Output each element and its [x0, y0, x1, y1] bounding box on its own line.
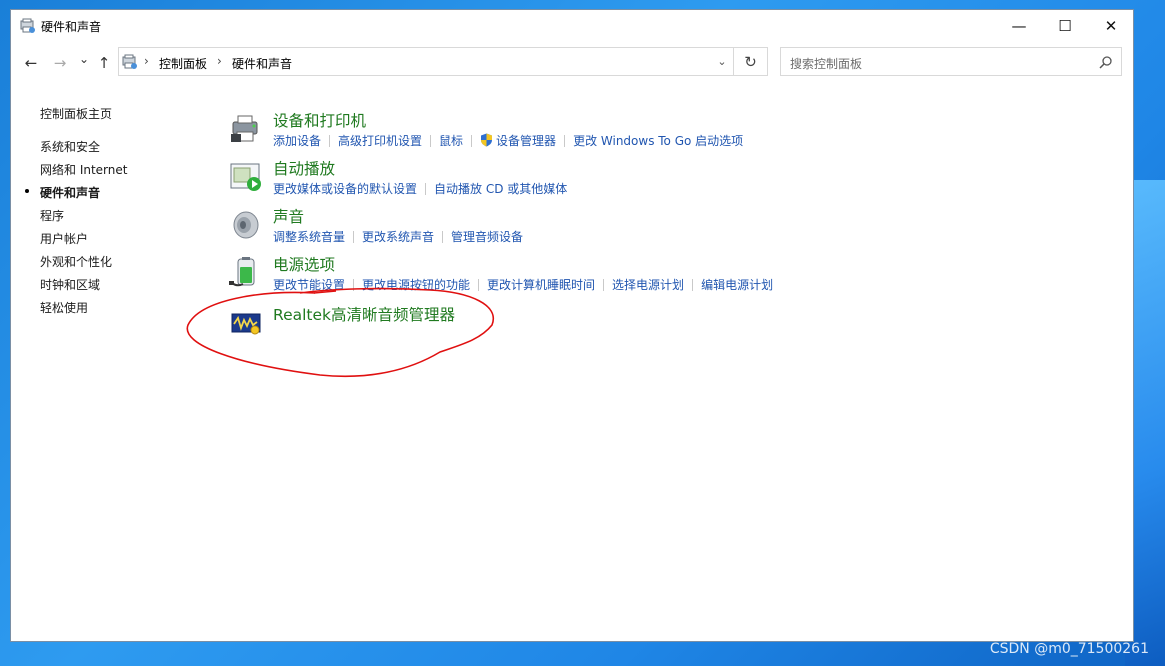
category-title[interactable]: 电源选项 [273, 253, 335, 275]
sidebar-item-home[interactable]: 控制面板主页 [40, 106, 200, 129]
chevron-down-icon[interactable]: ⌄ [711, 48, 733, 75]
recent-locations-button[interactable]: ⌄ [75, 52, 93, 66]
uac-shield-icon [481, 133, 493, 147]
category-title[interactable]: Realtek高清晰音频管理器 [273, 303, 455, 325]
divider [442, 231, 444, 243]
realtek-audio-icon[interactable] [229, 308, 263, 342]
divider [692, 279, 694, 291]
sidebar-item-programs[interactable]: 程序 [40, 208, 200, 231]
divider [478, 279, 480, 291]
divider [329, 135, 331, 147]
divider [603, 279, 605, 291]
sidebar-item-label: 硬件和声音 [40, 186, 101, 200]
search-input[interactable]: 搜索控制面板 [780, 47, 1122, 76]
link-mouse[interactable]: 鼠标 [439, 134, 463, 148]
divider [471, 135, 473, 147]
link-adjust-volume[interactable]: 调整系统音量 [273, 230, 345, 244]
divider [564, 135, 566, 147]
breadcrumb-hardware-sound[interactable]: 硬件和声音 [232, 55, 292, 72]
category-links: 调整系统音量 更改系统声音 管理音频设备 [273, 228, 523, 245]
link-change-system-sounds[interactable]: 更改系统声音 [362, 230, 434, 244]
sidebar-item-system-security[interactable]: 系统和安全 [40, 139, 200, 162]
divider [353, 231, 355, 243]
breadcrumb-separator[interactable]: › [144, 54, 149, 68]
sidebar-item-ease-of-access[interactable]: 轻松使用 [40, 300, 200, 323]
address-field[interactable]: › 控制面板 › 硬件和声音 ⌄ [118, 47, 734, 76]
divider [425, 183, 427, 195]
close-button[interactable]: ✕ [1088, 10, 1134, 42]
link-add-device[interactable]: 添加设备 [273, 134, 321, 148]
link-autoplay-cd[interactable]: 自动播放 CD 或其他媒体 [434, 182, 567, 196]
link-manage-audio-devices[interactable]: 管理音频设备 [451, 230, 523, 244]
breadcrumb-control-panel[interactable]: 控制面板 [159, 55, 207, 72]
category-title[interactable]: 自动播放 [273, 157, 335, 179]
address-bar-row: ← → ⌄ ↑ › 控制面板 › 硬件和声音 ⌄ ↻ 搜索控制面板 [11, 46, 1133, 78]
link-edit-power-plan[interactable]: 编辑电源计划 [701, 278, 773, 292]
speaker-icon[interactable] [229, 208, 263, 242]
sidebar-item-appearance[interactable]: 外观和个性化 [40, 254, 200, 277]
printer-icon[interactable] [229, 112, 263, 146]
forward-button[interactable]: → [51, 54, 69, 72]
sidebar-item-user-accounts[interactable]: 用户帐户 [40, 231, 200, 254]
sidebar-item-network[interactable]: 网络和 Internet [40, 162, 200, 185]
divider [353, 279, 355, 291]
sidebar-item-clock-region[interactable]: 时钟和区域 [40, 277, 200, 300]
battery-icon[interactable] [229, 256, 263, 290]
divider [430, 135, 432, 147]
back-button[interactable]: ← [22, 54, 40, 72]
autoplay-icon[interactable] [229, 160, 263, 194]
link-change-media-defaults[interactable]: 更改媒体或设备的默认设置 [273, 182, 417, 196]
maximize-button[interactable]: ☐ [1042, 10, 1088, 42]
control-panel-icon [122, 54, 137, 69]
category-links: 更改节能设置 更改电源按钮的功能 更改计算机睡眠时间 选择电源计划 编辑电源计划 [273, 276, 773, 293]
watermark: CSDN @m0_71500261 [989, 641, 1149, 657]
refresh-button[interactable]: ↻ [734, 47, 768, 76]
up-button[interactable]: ↑ [95, 54, 113, 72]
sidebar-item-hardware-sound[interactable]: 硬件和声音 [25, 185, 200, 208]
link-windows-to-go[interactable]: 更改 Windows To Go 启动选项 [573, 134, 743, 148]
category-links: 更改媒体或设备的默认设置 自动播放 CD 或其他媒体 [273, 180, 567, 197]
link-sleep-time[interactable]: 更改计算机睡眠时间 [487, 278, 595, 292]
link-advanced-printer-settings[interactable]: 高级打印机设置 [338, 134, 422, 148]
search-placeholder: 搜索控制面板 [790, 57, 863, 71]
link-device-manager[interactable]: 设备管理器 [496, 134, 556, 148]
category-title[interactable]: 声音 [273, 205, 304, 227]
search-icon[interactable] [1099, 55, 1113, 69]
link-choose-power-plan[interactable]: 选择电源计划 [612, 278, 684, 292]
category-title[interactable]: 设备和打印机 [273, 109, 366, 131]
title-bar: 硬件和声音 — ☐ ✕ [11, 10, 1133, 42]
sidebar: 控制面板主页 系统和安全 网络和 Internet 硬件和声音 程序 用户帐户 … [25, 106, 200, 323]
control-panel-window: 硬件和声音 — ☐ ✕ ← → ⌄ ↑ › 控制面板 › 硬件和声音 ⌄ ↻ 搜… [10, 9, 1134, 642]
category-links: 添加设备 高级打印机设置 鼠标 设备管理器 更改 Windows To Go 启动选项 [273, 132, 743, 149]
breadcrumb-separator[interactable]: › [217, 54, 222, 68]
control-panel-icon [20, 18, 35, 33]
link-change-power-saving[interactable]: 更改节能设置 [273, 278, 345, 292]
link-power-button-function[interactable]: 更改电源按钮的功能 [362, 278, 470, 292]
minimize-button[interactable]: — [996, 10, 1042, 42]
active-bullet [25, 189, 29, 193]
window-title: 硬件和声音 [41, 20, 102, 34]
